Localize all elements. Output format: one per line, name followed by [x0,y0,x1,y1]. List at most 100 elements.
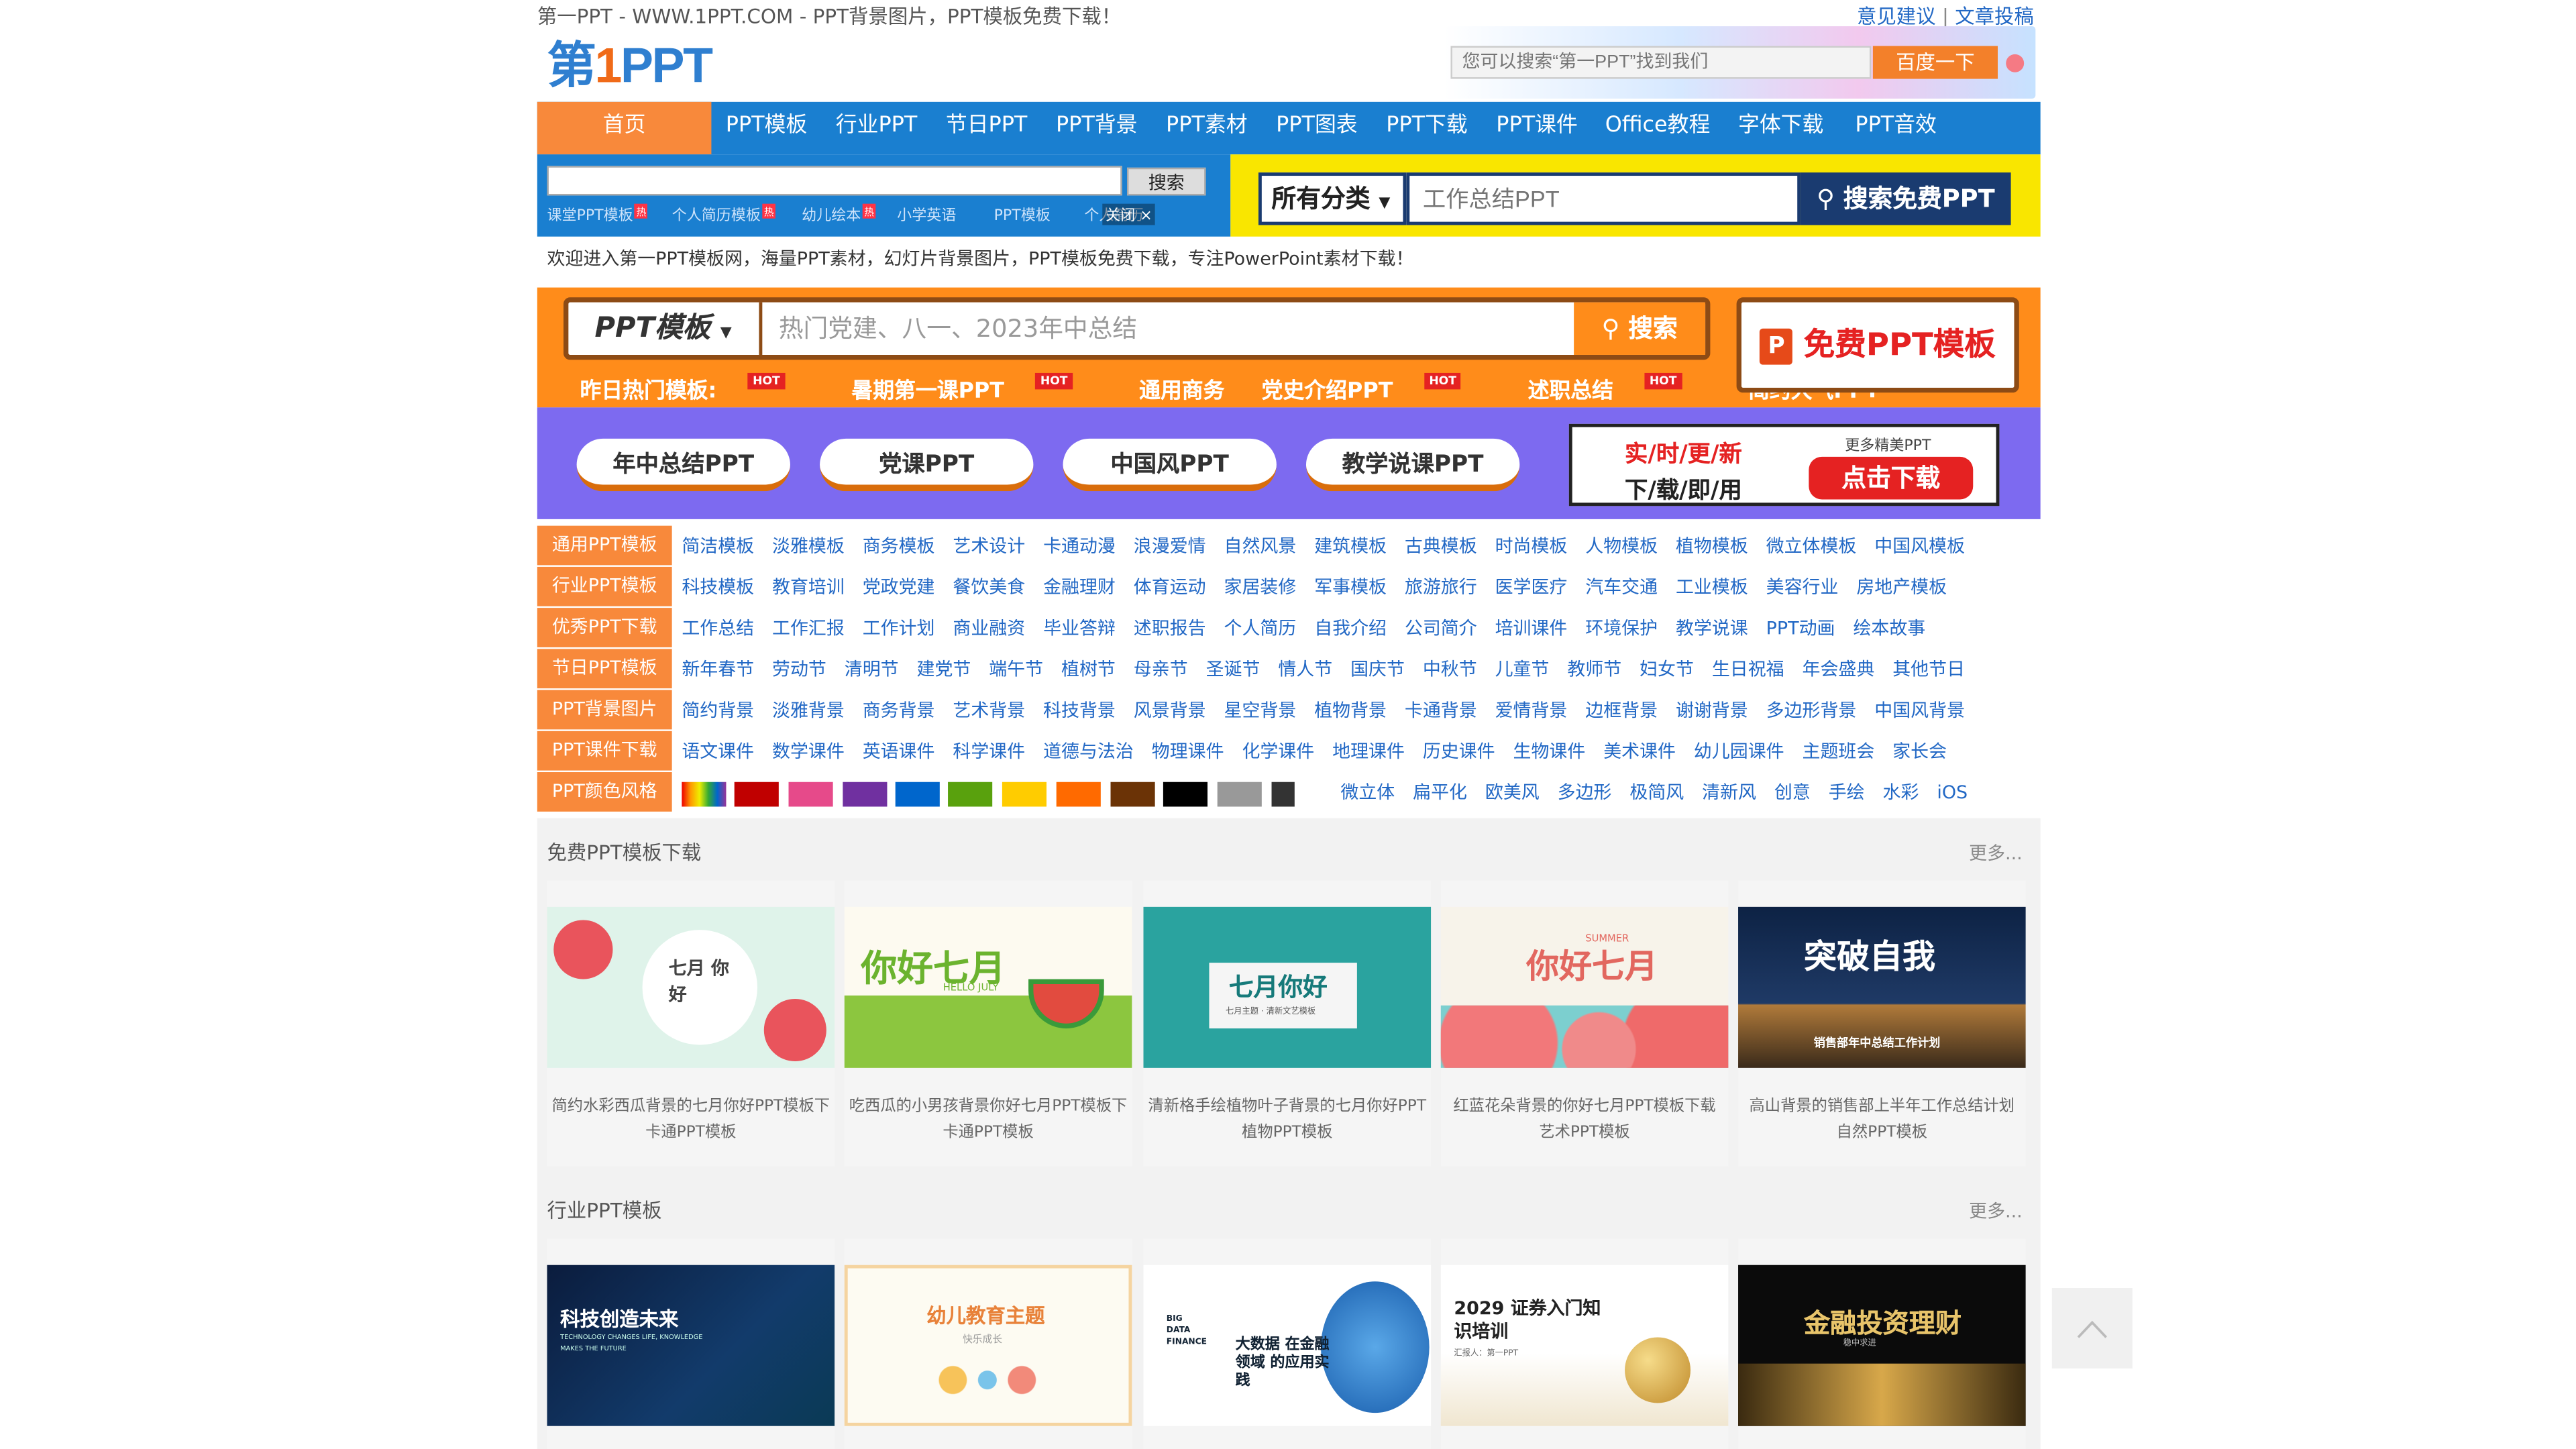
template-thumbnail[interactable]: 七月你好 七月主题 · 清新文艺模板 [1143,906,1432,1068]
section-more-free[interactable]: 更多... [1969,839,2023,865]
category-link[interactable]: 家居装修 [1224,577,1297,598]
banner-search-input[interactable]: 热门党建、八一、2023年中总结 [779,303,1137,355]
site-search-button[interactable]: 搜索 [1127,167,1206,196]
category-link[interactable]: 环境保护 [1585,618,1658,639]
category-link[interactable]: 党政党建 [863,577,935,598]
color-swatch[interactable] [843,782,888,807]
color-swatch[interactable] [1056,782,1101,807]
category-link[interactable]: 浪漫爱情 [1134,535,1206,557]
template-card[interactable]: 你好七月 HELLO JULY 吃西瓜的小男孩背景你好七月PPT模板下 卡通PPT… [844,880,1132,1167]
category-link[interactable]: 公司简介 [1405,618,1477,639]
nav-ppt-backgrounds[interactable]: PPT背景 [1042,102,1152,154]
category-label[interactable]: PPT颜色风格 [537,772,672,812]
free-ppt-search-button[interactable]: ⚲ 搜索免费PPT [1801,172,2011,225]
category-link[interactable]: 生物课件 [1513,741,1586,762]
site-logo[interactable]: 第1PPT WWW.1PPT.COM [547,40,745,117]
color-swatch[interactable] [1271,782,1295,807]
category-link[interactable]: 家长会 [1892,741,1947,762]
caption-category[interactable]: 卡通PPT模板 [943,1124,1033,1142]
category-link[interactable]: 主题班会 [1803,741,1875,762]
category-link[interactable]: 中国风模板 [1874,535,1965,557]
category-link[interactable]: 爱情背景 [1495,700,1568,721]
category-link[interactable]: 医学医疗 [1495,577,1568,598]
category-link[interactable]: 美容行业 [1766,577,1839,598]
category-link[interactable]: 其他节日 [1892,659,1965,680]
category-link[interactable]: 简洁模板 [682,535,754,557]
category-link[interactable]: 幼儿园课件 [1694,741,1784,762]
category-link[interactable]: 年会盛典 [1803,659,1875,680]
category-link[interactable]: 旅游旅行 [1405,577,1477,598]
category-link[interactable]: 汽车交通 [1585,577,1658,598]
category-link[interactable]: 建筑模板 [1314,535,1387,557]
topic-pill-teaching[interactable]: 教学说课PPT [1305,438,1520,492]
category-link[interactable]: 情人节 [1278,659,1332,680]
category-link[interactable]: 微立体模板 [1766,535,1857,557]
hot-template-link[interactable]: 暑期第一课PPT HOT [851,372,1102,404]
color-swatch[interactable] [1217,782,1262,807]
category-link[interactable]: 植物模板 [1676,535,1748,557]
category-link[interactable]: 国庆节 [1350,659,1405,680]
template-type-select[interactable]: PPT模板 ▼ [568,302,763,355]
category-link[interactable]: 工作汇报 [772,618,845,639]
category-link[interactable]: 儿童节 [1495,659,1550,680]
category-link[interactable]: 植树节 [1061,659,1116,680]
template-thumbnail[interactable]: 你好七月 HELLO JULY [844,906,1132,1068]
category-link[interactable]: PPT动画 [1766,618,1835,639]
category-link[interactable]: 教师节 [1567,659,1621,680]
category-link[interactable]: 自然风景 [1224,535,1297,557]
category-link[interactable]: 述职报告 [1134,618,1206,639]
category-link[interactable]: 美术课件 [1603,741,1676,762]
category-link[interactable]: 工业模板 [1676,577,1748,598]
nav-industry-ppt[interactable]: 行业PPT [822,102,932,154]
category-link[interactable]: 军事模板 [1314,577,1387,598]
nav-holiday-ppt[interactable]: 节日PPT [932,102,1042,154]
template-thumbnail[interactable]: 2029 证券入门知识培训 汇报人：第一PPT [1440,1265,1729,1426]
style-link[interactable]: iOS [1937,782,1968,804]
category-link[interactable]: 餐饮美食 [953,577,1025,598]
category-link[interactable]: 自我介绍 [1314,618,1387,639]
category-link[interactable]: 艺术设计 [953,535,1025,557]
nav-ppt-courseware[interactable]: PPT课件 [1482,102,1592,154]
ad-close-button[interactable]: 关闭 × [1102,203,1156,225]
category-link[interactable]: 商务背景 [863,700,935,721]
category-label[interactable]: 通用PPT模板 [537,525,672,566]
baidu-search-button[interactable]: 百度一下 [1872,46,1998,79]
style-link[interactable]: 创意 [1774,782,1811,804]
category-link[interactable]: 中秋节 [1423,659,1477,680]
category-link[interactable]: 商务模板 [863,535,935,557]
category-link[interactable]: 化学课件 [1242,741,1314,762]
back-to-top-button[interactable] [2051,1288,2133,1369]
category-label[interactable]: PPT背景图片 [537,690,672,730]
category-link[interactable]: 个人简历 [1224,618,1297,639]
free-ppt-search-input[interactable] [1406,172,1801,225]
hot-template-link[interactable]: 述职总结 HOT [1528,372,1711,404]
category-link[interactable]: 新年春节 [682,659,754,680]
site-search-input[interactable] [547,166,1122,196]
topic-pill-chinese-style[interactable]: 中国风PPT [1063,438,1277,492]
banner-search-button[interactable]: ⚲ 搜索 [1574,302,1706,355]
hot-search-link[interactable]: 小学英语 [897,204,956,225]
category-link[interactable]: 淡雅背景 [772,700,845,721]
category-link[interactable]: 地理课件 [1332,741,1405,762]
category-link[interactable]: 教育培训 [772,577,845,598]
category-link[interactable]: 边框背景 [1585,700,1658,721]
category-link[interactable]: 历史课件 [1423,741,1495,762]
category-link[interactable]: 人物模板 [1585,535,1658,557]
category-link[interactable]: 语文课件 [682,741,754,762]
color-swatch[interactable] [948,782,993,807]
color-swatch[interactable] [734,782,779,807]
nav-ppt-charts[interactable]: PPT图表 [1262,102,1372,154]
nav-ppt-templates[interactable]: PPT模板 [711,102,821,154]
color-swatch[interactable] [1002,782,1047,807]
category-link[interactable]: 妇女节 [1640,659,1694,680]
category-link[interactable]: 植物背景 [1314,700,1387,721]
caption-category[interactable]: 植物PPT模板 [1242,1124,1332,1142]
category-link[interactable]: 艺术背景 [953,700,1025,721]
category-link[interactable]: 母亲节 [1134,659,1188,680]
topic-pill-party[interactable]: 党课PPT [820,438,1034,492]
category-link[interactable]: 房地产模板 [1856,577,1947,598]
category-link[interactable]: 古典模板 [1405,535,1477,557]
template-card[interactable]: 七月 你好 简约水彩西瓜背景的七月你好PPT模板下 卡通PPT模板 [547,880,835,1167]
template-card[interactable]: 你好七月 SUMMER 红蓝花朵背景的你好七月PPT模板下载 艺术PPT模板 [1440,880,1729,1167]
free-ppt-template-button[interactable]: P 免费PPT模板 [1736,297,2019,393]
